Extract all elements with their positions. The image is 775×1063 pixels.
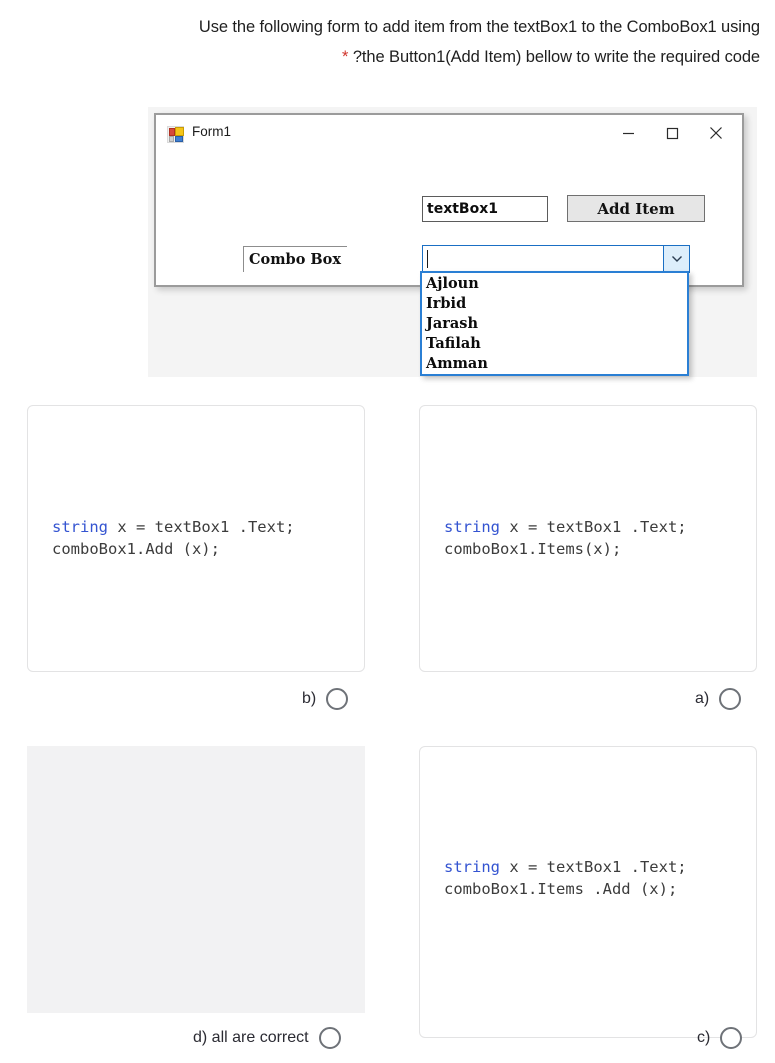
- maximize-icon[interactable]: [650, 119, 694, 147]
- textbox1-input[interactable]: textBox1: [422, 196, 548, 222]
- combobox1-dropdown-list[interactable]: Ajloun Irbid Jarash Tafilah Amman: [420, 271, 689, 376]
- keyword-string: string: [444, 858, 500, 876]
- option-c-code: string x = textBox1 .Text; comboBox1.Ite…: [444, 856, 687, 900]
- radio-button-b[interactable]: [326, 688, 349, 710]
- option-a-label: a): [695, 690, 710, 707]
- option-c-answer[interactable]: c): [697, 1027, 743, 1049]
- list-item[interactable]: Jarash: [422, 314, 687, 334]
- option-b-answer[interactable]: b): [302, 688, 349, 710]
- combobox1-input[interactable]: [422, 245, 690, 273]
- visual-studio-form-icon: [167, 126, 184, 143]
- option-c-label: c): [697, 1029, 711, 1046]
- option-a-code: string x = textBox1 .Text; comboBox1.Ite…: [444, 516, 687, 560]
- option-c-code-line2: comboBox1.Items .Add (x);: [444, 880, 678, 898]
- list-item[interactable]: Irbid: [422, 294, 687, 314]
- window-title: Form1: [192, 124, 232, 139]
- keyword-string: string: [444, 518, 500, 536]
- option-a-code-line2: comboBox1.Items(x);: [444, 540, 622, 558]
- option-d-label: d) all are correct: [193, 1029, 309, 1046]
- minimize-icon[interactable]: [606, 119, 650, 147]
- close-icon[interactable]: [694, 119, 738, 147]
- question-prompt: Use the following form to add item from …: [20, 12, 760, 72]
- option-c-code-line1-rest: x = textBox1 .Text;: [500, 858, 687, 876]
- prompt-line-1: Use the following form to add item from …: [198, 18, 760, 36]
- keyword-string: string: [52, 518, 108, 536]
- option-b-code: string x = textBox1 .Text; comboBox1.Add…: [52, 516, 295, 560]
- radio-button-d[interactable]: [318, 1027, 341, 1049]
- option-c-code-box: string x = textBox1 .Text; comboBox1.Ite…: [419, 746, 757, 1038]
- list-item[interactable]: Amman: [422, 354, 687, 374]
- option-b-code-line2: comboBox1.Add (x);: [52, 540, 220, 558]
- list-item[interactable]: Tafilah: [422, 334, 687, 354]
- radio-button-c[interactable]: [720, 1027, 743, 1049]
- option-d-blank-box: [27, 746, 365, 1013]
- combo-box-label: Combo Box: [243, 246, 347, 272]
- option-b-code-line1-rest: x = textBox1 .Text;: [108, 518, 295, 536]
- form1-window: Form1 textBox1 Add Item Combo Box: [154, 113, 744, 287]
- prompt-line-2: * ?the Button1(Add Item) bellow to write…: [20, 42, 760, 72]
- form-screenshot: Form1 textBox1 Add Item Combo Box Ajloun…: [148, 107, 757, 377]
- option-a-code-line1-rest: x = textBox1 .Text;: [500, 518, 687, 536]
- option-b-code-box: string x = textBox1 .Text; comboBox1.Add…: [27, 405, 365, 672]
- option-a-code-box: string x = textBox1 .Text; comboBox1.Ite…: [419, 405, 757, 672]
- radio-button-a[interactable]: [719, 688, 742, 710]
- option-d-answer[interactable]: d) all are correct: [193, 1027, 341, 1049]
- add-item-button[interactable]: Add Item: [567, 195, 705, 222]
- text-caret: [427, 250, 428, 268]
- option-b-label: b): [302, 690, 317, 707]
- prompt-line-2-text: ?the Button1(Add Item) bellow to write t…: [352, 48, 760, 66]
- required-asterisk: *: [342, 48, 349, 66]
- window-titlebar: Form1: [156, 115, 742, 153]
- list-item[interactable]: Ajloun: [422, 274, 687, 294]
- chevron-down-icon[interactable]: [663, 246, 689, 272]
- window-controls: [606, 119, 738, 147]
- option-a-answer[interactable]: a): [695, 688, 742, 710]
